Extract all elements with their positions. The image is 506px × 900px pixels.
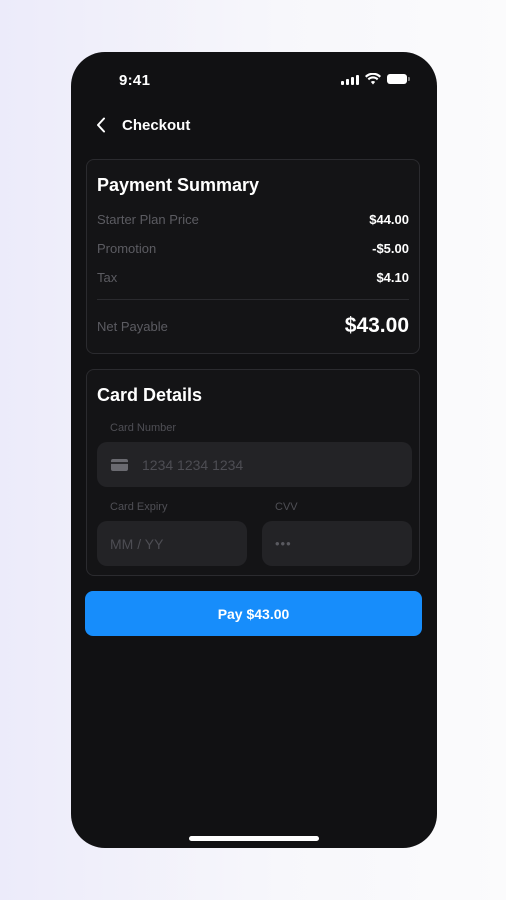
summary-row-label: Tax: [97, 270, 118, 285]
card-details-card: Card Details Card Number 1234 1234 1234 …: [86, 369, 420, 576]
summary-row-label: Promotion: [97, 241, 157, 256]
page-title: Checkout: [122, 116, 191, 134]
summary-divider: [97, 299, 409, 300]
home-indicator[interactable]: [189, 836, 319, 841]
net-payable-value: $43.00: [344, 314, 409, 337]
summary-row-label: Starter Plan Price: [97, 212, 199, 227]
payment-summary-title: Payment Summary: [97, 175, 260, 195]
summary-row-tax: Tax $4.10: [97, 270, 409, 285]
phone-screen: 9:41 Checkout Payment Summary Starter Pl…: [71, 52, 437, 848]
cvv-placeholder: •••: [275, 536, 292, 551]
card-number-label: Card Number: [110, 422, 177, 434]
credit-card-icon: [111, 458, 128, 471]
header: Checkout: [91, 114, 190, 136]
summary-row-plan-price: Starter Plan Price $44.00: [97, 212, 409, 227]
card-number-placeholder: 1234 1234 1234: [142, 456, 244, 473]
net-payable-label: Net Payable: [97, 318, 168, 334]
summary-row-value: $44.00: [369, 212, 409, 227]
card-details-title: Card Details: [97, 385, 203, 405]
signal-icon: [341, 74, 359, 85]
summary-row-value: -$5.00: [372, 241, 409, 256]
summary-row-promotion: Promotion -$5.00: [97, 241, 409, 256]
cvv-field[interactable]: •••: [262, 521, 412, 566]
payment-summary-card: Payment Summary Starter Plan Price $44.0…: [86, 159, 420, 354]
chevron-left-icon[interactable]: [91, 115, 111, 135]
battery-icon: [387, 74, 410, 84]
card-number-field[interactable]: 1234 1234 1234: [97, 442, 412, 487]
card-expiry-label: Card Expiry: [110, 501, 168, 513]
cvv-label: CVV: [275, 501, 298, 513]
summary-row-value: $4.10: [376, 270, 409, 285]
summary-row-net-payable: Net Payable $43.00: [97, 314, 409, 338]
card-expiry-placeholder: MM / YY: [110, 535, 164, 552]
pay-button[interactable]: Pay $43.00: [85, 591, 422, 636]
status-icons: [341, 72, 410, 86]
wifi-icon: [365, 73, 381, 85]
status-time: 9:41: [119, 72, 151, 89]
card-expiry-field[interactable]: MM / YY: [97, 521, 247, 566]
